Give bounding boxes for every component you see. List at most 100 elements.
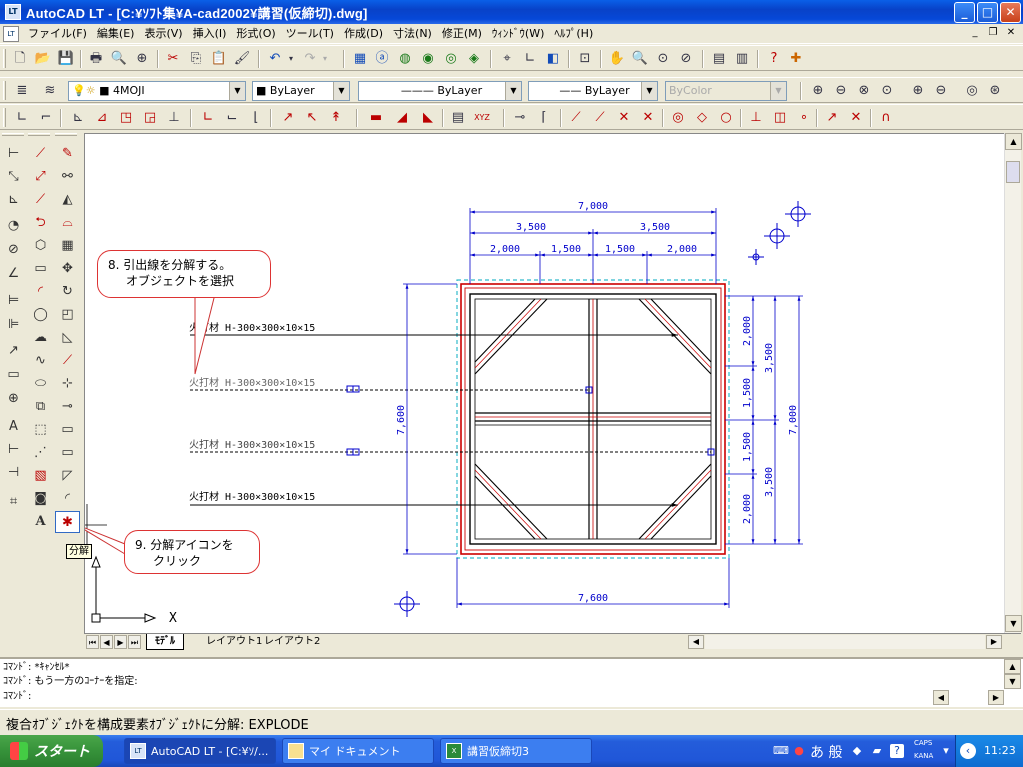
scroll-left-icon[interactable]: ◀ xyxy=(688,635,704,649)
last-tab-icon[interactable]: ⏭ xyxy=(128,635,141,649)
menu-help[interactable]: ﾍﾙﾌﾟ(H) xyxy=(549,25,598,43)
today-icon[interactable]: ◎ xyxy=(441,49,461,69)
chevron-down-icon[interactable]: ▼ xyxy=(641,82,657,100)
ucs-manager-icon[interactable]: ↟ xyxy=(326,108,346,128)
array-icon[interactable]: ▦ xyxy=(55,235,80,257)
zoom-window-icon[interactable]: ⊕ xyxy=(808,81,828,101)
dim-linear-icon[interactable]: ⊢ xyxy=(1,143,26,165)
cmd-scroll-down-icon[interactable]: ▼ xyxy=(1004,674,1021,689)
help-tray-icon[interactable]: ? xyxy=(890,744,904,758)
zoom-window-icon[interactable]: ⊙ xyxy=(653,49,673,69)
zoom-previous-icon[interactable]: ⊘ xyxy=(676,49,696,69)
horizontal-scrollbar[interactable] xyxy=(705,635,985,649)
ucs-x-icon[interactable]: ⌙ xyxy=(222,108,242,128)
make-object-layer-current-icon[interactable]: ≋ xyxy=(40,81,60,101)
tolerance-icon[interactable]: ▭ xyxy=(1,364,26,386)
hyperlink-icon[interactable]: ◉ xyxy=(418,49,438,69)
zoom-center-icon[interactable]: ⊙ xyxy=(877,81,897,101)
ucs-y-icon[interactable]: ⌊ xyxy=(246,108,266,128)
maximize-button[interactable]: □ xyxy=(977,2,998,23)
tool-palettes-icon[interactable]: ▥ xyxy=(732,49,752,69)
menu-tools[interactable]: ツール(T) xyxy=(281,25,339,43)
dim-baseline-icon[interactable]: ⊨ xyxy=(1,290,26,312)
redo-dropdown-icon[interactable]: ▾ xyxy=(320,49,330,69)
snap-tangent-icon[interactable]: ○ xyxy=(716,108,736,128)
snap-intersection-icon[interactable]: ✕ xyxy=(614,108,634,128)
undo-icon[interactable]: ↶ xyxy=(265,49,285,69)
snap-node-icon[interactable]: ∘ xyxy=(794,108,814,128)
new-file-icon[interactable]: 🗋 xyxy=(10,49,30,69)
toolbar-grip[interactable] xyxy=(2,133,24,136)
doc-close-button[interactable]: ✕ xyxy=(1003,26,1019,41)
scroll-right-icon[interactable]: ▶ xyxy=(986,635,1002,649)
lengthen-icon[interactable]: ⟋ xyxy=(55,350,80,372)
osnap-tracking-icon[interactable]: ⌖ xyxy=(497,49,517,69)
ucs-view-icon[interactable]: ◳ xyxy=(116,108,136,128)
properties-icon[interactable]: ▤ xyxy=(709,49,729,69)
aligned-dimension-icon[interactable]: ◢ xyxy=(392,108,412,128)
tray-options-icon[interactable]: ▾ xyxy=(937,742,955,760)
dim-style-icon[interactable]: ⌗ xyxy=(1,491,26,513)
dim-aligned-icon[interactable]: ⤡ xyxy=(1,166,26,188)
ucs-3point-icon[interactable]: ∟ xyxy=(198,108,218,128)
offset-icon[interactable]: ⌓ xyxy=(55,212,80,234)
dim-text-edit-icon[interactable]: ⊢ xyxy=(1,439,26,461)
ime-icon[interactable]: ● xyxy=(790,742,808,760)
circle-icon[interactable]: ◯ xyxy=(28,304,53,326)
menu-insert[interactable]: 挿入(I) xyxy=(188,25,232,43)
linetype-dropdown[interactable]: ——— ByLayer ▼ xyxy=(358,81,522,101)
paste-icon[interactable]: 📋 xyxy=(209,49,229,69)
menu-format[interactable]: 形式(O) xyxy=(231,25,280,43)
web-icon[interactable]: ◈ xyxy=(464,49,484,69)
ime-mode[interactable]: あ 般 xyxy=(810,742,842,762)
dim-radius-icon[interactable]: ◔ xyxy=(1,215,26,237)
break-icon[interactable]: ▭ xyxy=(55,419,80,441)
snap-nearest-icon[interactable]: ↗ xyxy=(822,108,842,128)
toolbar-grip[interactable] xyxy=(3,108,6,127)
snap-perpendicular-icon[interactable]: ⊥ xyxy=(746,108,766,128)
layer-manager-icon[interactable]: ≣ xyxy=(12,81,32,101)
point-icon[interactable]: ⋰ xyxy=(28,442,53,464)
clock[interactable]: 11:23 xyxy=(984,744,1016,757)
keyboard-icon[interactable]: ⌨ xyxy=(772,742,790,760)
start-button[interactable]: スタート xyxy=(0,735,103,767)
trim-icon[interactable]: ⊹ xyxy=(55,373,80,395)
toolbar-grip[interactable] xyxy=(28,133,50,136)
insert-block-icon[interactable]: ⧉ xyxy=(28,396,53,418)
ellipse-icon[interactable]: ⬭ xyxy=(28,373,53,395)
snap-endpoint-icon[interactable]: ⟋ xyxy=(566,108,586,128)
snap-insert-icon[interactable]: ◫ xyxy=(770,108,790,128)
ucs-z-icon[interactable]: ↗ xyxy=(278,108,298,128)
tab-model[interactable]: ﾓﾃﾞﾙ xyxy=(146,634,184,650)
menu-view[interactable]: 表示(V) xyxy=(139,25,187,43)
move-icon[interactable]: ✥ xyxy=(55,258,80,280)
copy-icon[interactable]: ⎘ xyxy=(186,49,206,69)
spline-icon[interactable]: ∿ xyxy=(28,350,53,372)
zoom-realtime-icon[interactable]: 🔍 xyxy=(630,49,650,69)
apply-ucs-icon[interactable]: ↖ xyxy=(302,108,322,128)
chevron-down-icon[interactable]: ▼ xyxy=(505,82,521,100)
menu-modify[interactable]: 修正(M) xyxy=(437,25,487,43)
print-preview-icon[interactable]: 🔍 xyxy=(109,49,129,69)
layer-dropdown[interactable]: 💡☼ ■ 4MOJI ▼ xyxy=(68,81,246,101)
left-dimension[interactable] xyxy=(403,283,457,555)
new-features-icon[interactable]: ✚ xyxy=(786,49,806,69)
coordinate-icon[interactable]: XYZ xyxy=(472,108,492,128)
open-file-icon[interactable]: 📂 xyxy=(33,49,53,69)
chamfer-icon[interactable]: ◸ xyxy=(55,465,80,487)
undo-dropdown-icon[interactable]: ▾ xyxy=(286,49,296,69)
ime-pad-icon[interactable]: ▰ xyxy=(868,742,886,760)
aerial-view-icon[interactable]: ⊡ xyxy=(575,49,595,69)
scale-icon[interactable]: ◰ xyxy=(55,304,80,326)
color-dropdown[interactable]: ■ ByLayer ▼ xyxy=(252,81,350,101)
zoom-extents-icon[interactable]: ⊛ xyxy=(985,81,1005,101)
cmd-hscroll-right-icon[interactable]: ▶ xyxy=(988,690,1004,705)
publish-icon[interactable]: ⊕ xyxy=(132,49,152,69)
ucs-world-icon[interactable]: ∟ xyxy=(12,108,32,128)
close-button[interactable]: ✕ xyxy=(1000,2,1021,23)
named-views-icon[interactable]: ◧ xyxy=(543,49,563,69)
minimize-button[interactable]: _ xyxy=(954,2,975,23)
taskbar-excel[interactable]: X 講習仮締切3 xyxy=(440,738,592,764)
explode-icon[interactable]: ✱ xyxy=(55,511,80,533)
ime-tool-icon[interactable]: ◆ xyxy=(848,742,866,760)
